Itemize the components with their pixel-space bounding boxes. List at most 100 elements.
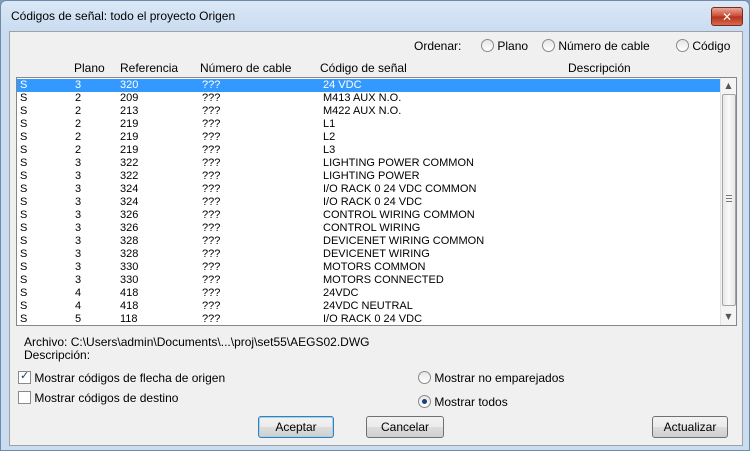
column-header-referencia[interactable]: Referencia (120, 61, 178, 75)
table-row[interactable]: S 2 219??? L1 (17, 118, 721, 131)
row-signal-code: L1 (323, 118, 336, 130)
column-header-plano[interactable]: Plano (74, 61, 105, 75)
signal-code-list[interactable]: S 3 320??? 24 VDC S 2 209??? M413 AUX N.O. S 2 213… (16, 77, 737, 326)
show-destination-checkbox[interactable]: Mostrar códigos de destino (18, 391, 178, 405)
row-signal-code: CONTROL WIRING COMMON (323, 209, 475, 221)
row-signal-code: 24VDC (323, 287, 359, 299)
table-row[interactable]: S 3 324??? I/O RACK 0 24 VDC (17, 196, 721, 209)
radio-icon (481, 39, 494, 52)
row-plano: 3 (75, 209, 82, 221)
table-row[interactable]: S 3 326??? CONTROL WIRING (17, 222, 721, 235)
table-row[interactable]: S 4 418??? 24VDC (17, 287, 721, 300)
table-row[interactable]: S 3 320??? 24 VDC (17, 79, 721, 92)
table-row[interactable]: S 3 328??? DEVICENET WIRING COMMON (17, 235, 721, 248)
row-cable: ??? (202, 92, 221, 104)
row-type: S (20, 183, 28, 195)
close-icon: ✕ (721, 9, 733, 24)
table-row[interactable]: S 2 219??? L3 (17, 144, 721, 157)
row-reference: 330 (120, 261, 139, 273)
radio-icon (542, 39, 555, 52)
row-cable: ??? (202, 313, 221, 325)
grip-line (726, 195, 732, 196)
vertical-scrollbar[interactable]: ▲ ▼ (720, 78, 736, 325)
row-signal-code: I/O RACK 0 24 VDC (323, 313, 423, 325)
row-signal-code: L3 (323, 144, 336, 156)
row-type: S (20, 105, 28, 117)
row-reference: 209 (120, 92, 139, 104)
row-cable: ??? (202, 144, 221, 156)
row-signal-code: LIGHTING POWER (323, 170, 420, 182)
row-signal-code: L2 (323, 131, 336, 143)
table-row[interactable]: S 2 219??? L2 (17, 131, 721, 144)
dialog-body: Ordenar: Plano Número de cable Código Pl… (9, 31, 743, 446)
row-reference: 322 (120, 170, 139, 182)
row-reference: 418 (120, 287, 139, 299)
row-plano: 2 (75, 105, 82, 117)
table-row[interactable]: S 3 324??? I/O RACK 0 24 VDC COMMON (17, 183, 721, 196)
table-row[interactable]: S 3 328??? DEVICENET WIRING (17, 248, 721, 261)
row-cable: ??? (202, 261, 221, 273)
dialog-window: Códigos de señal: todo el proyecto Orige… (0, 0, 750, 451)
row-signal-code: 24 VDC (323, 79, 362, 91)
radio-icon (418, 371, 431, 384)
sort-by-code-radio[interactable]: Código (676, 39, 730, 53)
row-reference: 219 (120, 118, 139, 130)
row-type: S (20, 300, 28, 312)
row-reference: 328 (120, 235, 139, 247)
row-cable: ??? (202, 118, 221, 130)
show-unmatched-radio[interactable]: Mostrar no emparejados (418, 371, 564, 385)
row-cable: ??? (202, 209, 221, 221)
table-row[interactable]: S 3 326??? CONTROL WIRING COMMON (17, 209, 721, 222)
row-reference: 324 (120, 183, 139, 195)
table-row[interactable]: S 5 118??? I/O RACK 0 24 VDC (17, 313, 721, 325)
table-row[interactable]: S 3 330??? MOTORS COMMON (17, 261, 721, 274)
row-signal-code: I/O RACK 0 24 VDC COMMON (323, 183, 477, 195)
row-cable: ??? (202, 248, 221, 260)
table-row[interactable]: S 2 213??? M422 AUX N.O. (17, 105, 721, 118)
column-header-cable[interactable]: Número de cable (200, 61, 291, 75)
refresh-button[interactable]: Actualizar (652, 416, 728, 438)
row-plano: 4 (75, 287, 82, 299)
row-plano: 3 (75, 261, 82, 273)
row-reference: 118 (120, 313, 138, 325)
column-header-signal-code[interactable]: Código de señal (320, 61, 407, 75)
close-button[interactable]: ✕ (711, 7, 743, 26)
row-type: S (20, 235, 28, 247)
radio-icon (676, 39, 689, 52)
row-plano: 2 (75, 144, 82, 156)
sort-by-plano-radio[interactable]: Plano (481, 39, 528, 53)
sort-by-cable-radio[interactable]: Número de cable (542, 39, 650, 53)
sort-by-cable-label: Número de cable (558, 39, 650, 53)
column-header-description[interactable]: Descripción (568, 61, 631, 75)
row-plano: 2 (75, 92, 82, 104)
show-source-arrow-checkbox[interactable]: Mostrar códigos de flecha de origen (18, 369, 225, 385)
row-type: S (20, 157, 28, 169)
row-type: S (20, 261, 28, 273)
row-plano: 3 (75, 170, 82, 182)
table-row[interactable]: S 3 330??? MOTORS CONNECTED (17, 274, 721, 287)
scroll-down-icon[interactable]: ▼ (721, 309, 736, 324)
cancel-button[interactable]: Cancelar (366, 416, 444, 438)
table-row[interactable]: S 3 322??? LIGHTING POWER COMMON (17, 157, 721, 170)
row-type: S (20, 274, 28, 286)
title-bar[interactable]: Códigos de señal: todo el proyecto Orige… (1, 1, 749, 31)
accept-button[interactable]: Aceptar (258, 416, 334, 438)
row-cable: ??? (202, 79, 221, 91)
scroll-thumb[interactable] (722, 94, 736, 306)
row-plano: 3 (75, 248, 82, 260)
row-signal-code: DEVICENET WIRING (323, 248, 430, 260)
table-row[interactable]: S 3 322??? LIGHTING POWER (17, 170, 721, 183)
row-cable: ??? (202, 287, 221, 299)
row-type: S (20, 287, 28, 299)
row-reference: 320 (120, 79, 139, 91)
row-plano: 5 (75, 313, 82, 325)
table-row[interactable]: S 2 209??? M413 AUX N.O. (17, 92, 721, 105)
show-all-radio[interactable]: Mostrar todos (418, 395, 508, 409)
scroll-up-icon[interactable]: ▲ (721, 78, 736, 93)
row-plano: 3 (75, 235, 82, 247)
row-signal-code: MOTORS CONNECTED (323, 274, 444, 286)
row-signal-code: MOTORS COMMON (323, 261, 426, 273)
table-row[interactable]: S 4 418??? 24VDC NEUTRAL (17, 300, 721, 313)
row-reference: 213 (120, 105, 139, 117)
sort-label: Ordenar: (414, 39, 462, 53)
